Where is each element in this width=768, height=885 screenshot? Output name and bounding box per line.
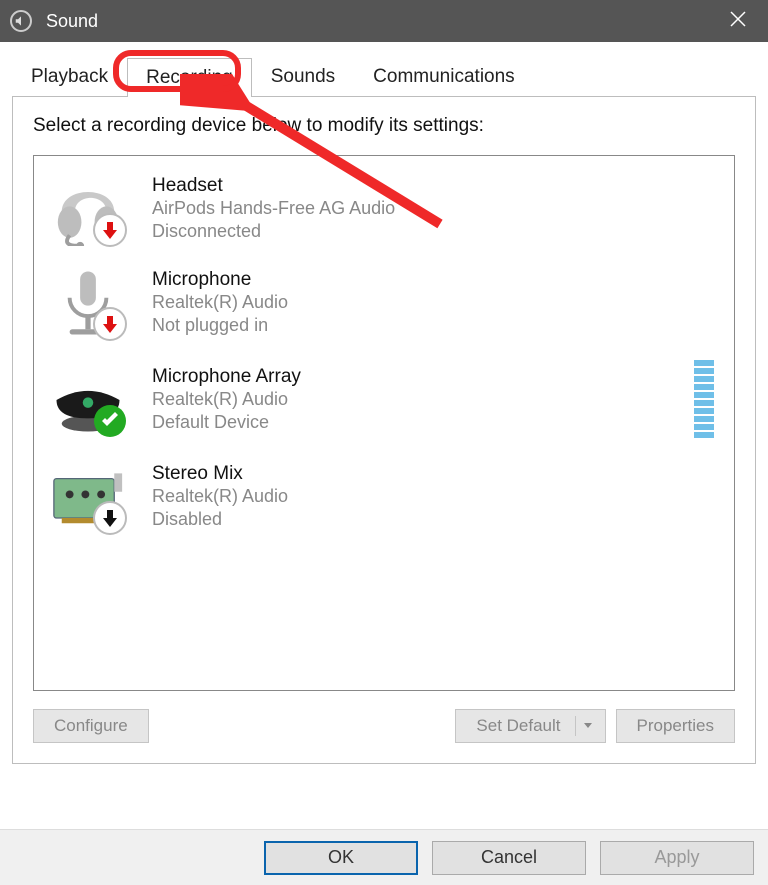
- sound-applet-icon: [10, 10, 32, 32]
- tab-playback[interactable]: Playback: [12, 57, 127, 96]
- device-list[interactable]: Headset AirPods Hands-Free AG Audio Disc…: [33, 155, 735, 691]
- titlebar: Sound: [0, 0, 768, 42]
- device-name: Stereo Mix: [152, 463, 722, 485]
- device-row[interactable]: Stereo Mix Realtek(R) Audio Disabled: [42, 454, 726, 548]
- device-name: Microphone: [152, 269, 722, 291]
- instruction-text: Select a recording device below to modif…: [33, 115, 735, 137]
- device-name: Headset: [152, 175, 722, 197]
- device-subtitle: Realtek(R) Audio: [152, 388, 694, 411]
- device-name: Microphone Array: [152, 366, 694, 388]
- microphone-icon: [46, 266, 130, 340]
- device-status: Default Device: [152, 411, 694, 434]
- ok-button[interactable]: OK: [264, 841, 418, 875]
- device-status: Disconnected: [152, 220, 722, 243]
- set-default-label: Set Default: [476, 716, 560, 736]
- configure-button[interactable]: Configure: [33, 709, 149, 743]
- tab-strip: Playback Recording Sounds Communications: [12, 56, 756, 96]
- device-status: Disabled: [152, 508, 722, 531]
- badge-disabled-icon: [92, 500, 128, 536]
- tab-communications[interactable]: Communications: [354, 57, 534, 96]
- badge-default-icon: [92, 403, 128, 439]
- sound-card-icon: [46, 460, 130, 534]
- device-row[interactable]: Microphone Array Realtek(R) Audio Defaul…: [42, 354, 726, 454]
- tab-panel-recording: Select a recording device below to modif…: [12, 96, 756, 764]
- chevron-down-icon[interactable]: [575, 716, 601, 736]
- device-subtitle: Realtek(R) Audio: [152, 485, 722, 508]
- window-title: Sound: [46, 11, 718, 32]
- badge-disconnected-icon: [92, 212, 128, 248]
- device-subtitle: AirPods Hands-Free AG Audio: [152, 197, 722, 220]
- tab-sounds[interactable]: Sounds: [252, 57, 354, 96]
- apply-button[interactable]: Apply: [600, 841, 754, 875]
- dialog-footer: OK Cancel Apply: [0, 829, 768, 885]
- level-meter: [694, 360, 714, 440]
- device-row[interactable]: Microphone Realtek(R) Audio Not plugged …: [42, 260, 726, 354]
- set-default-button[interactable]: Set Default: [455, 709, 605, 743]
- close-button[interactable]: [718, 8, 758, 34]
- cancel-button[interactable]: Cancel: [432, 841, 586, 875]
- headset-icon: [46, 172, 130, 246]
- properties-button[interactable]: Properties: [616, 709, 735, 743]
- microphone-array-icon: [46, 363, 130, 437]
- device-status: Not plugged in: [152, 314, 722, 337]
- device-subtitle: Realtek(R) Audio: [152, 291, 722, 314]
- device-row[interactable]: Headset AirPods Hands-Free AG Audio Disc…: [42, 166, 726, 260]
- badge-unplugged-icon: [92, 306, 128, 342]
- tab-recording[interactable]: Recording: [127, 58, 252, 97]
